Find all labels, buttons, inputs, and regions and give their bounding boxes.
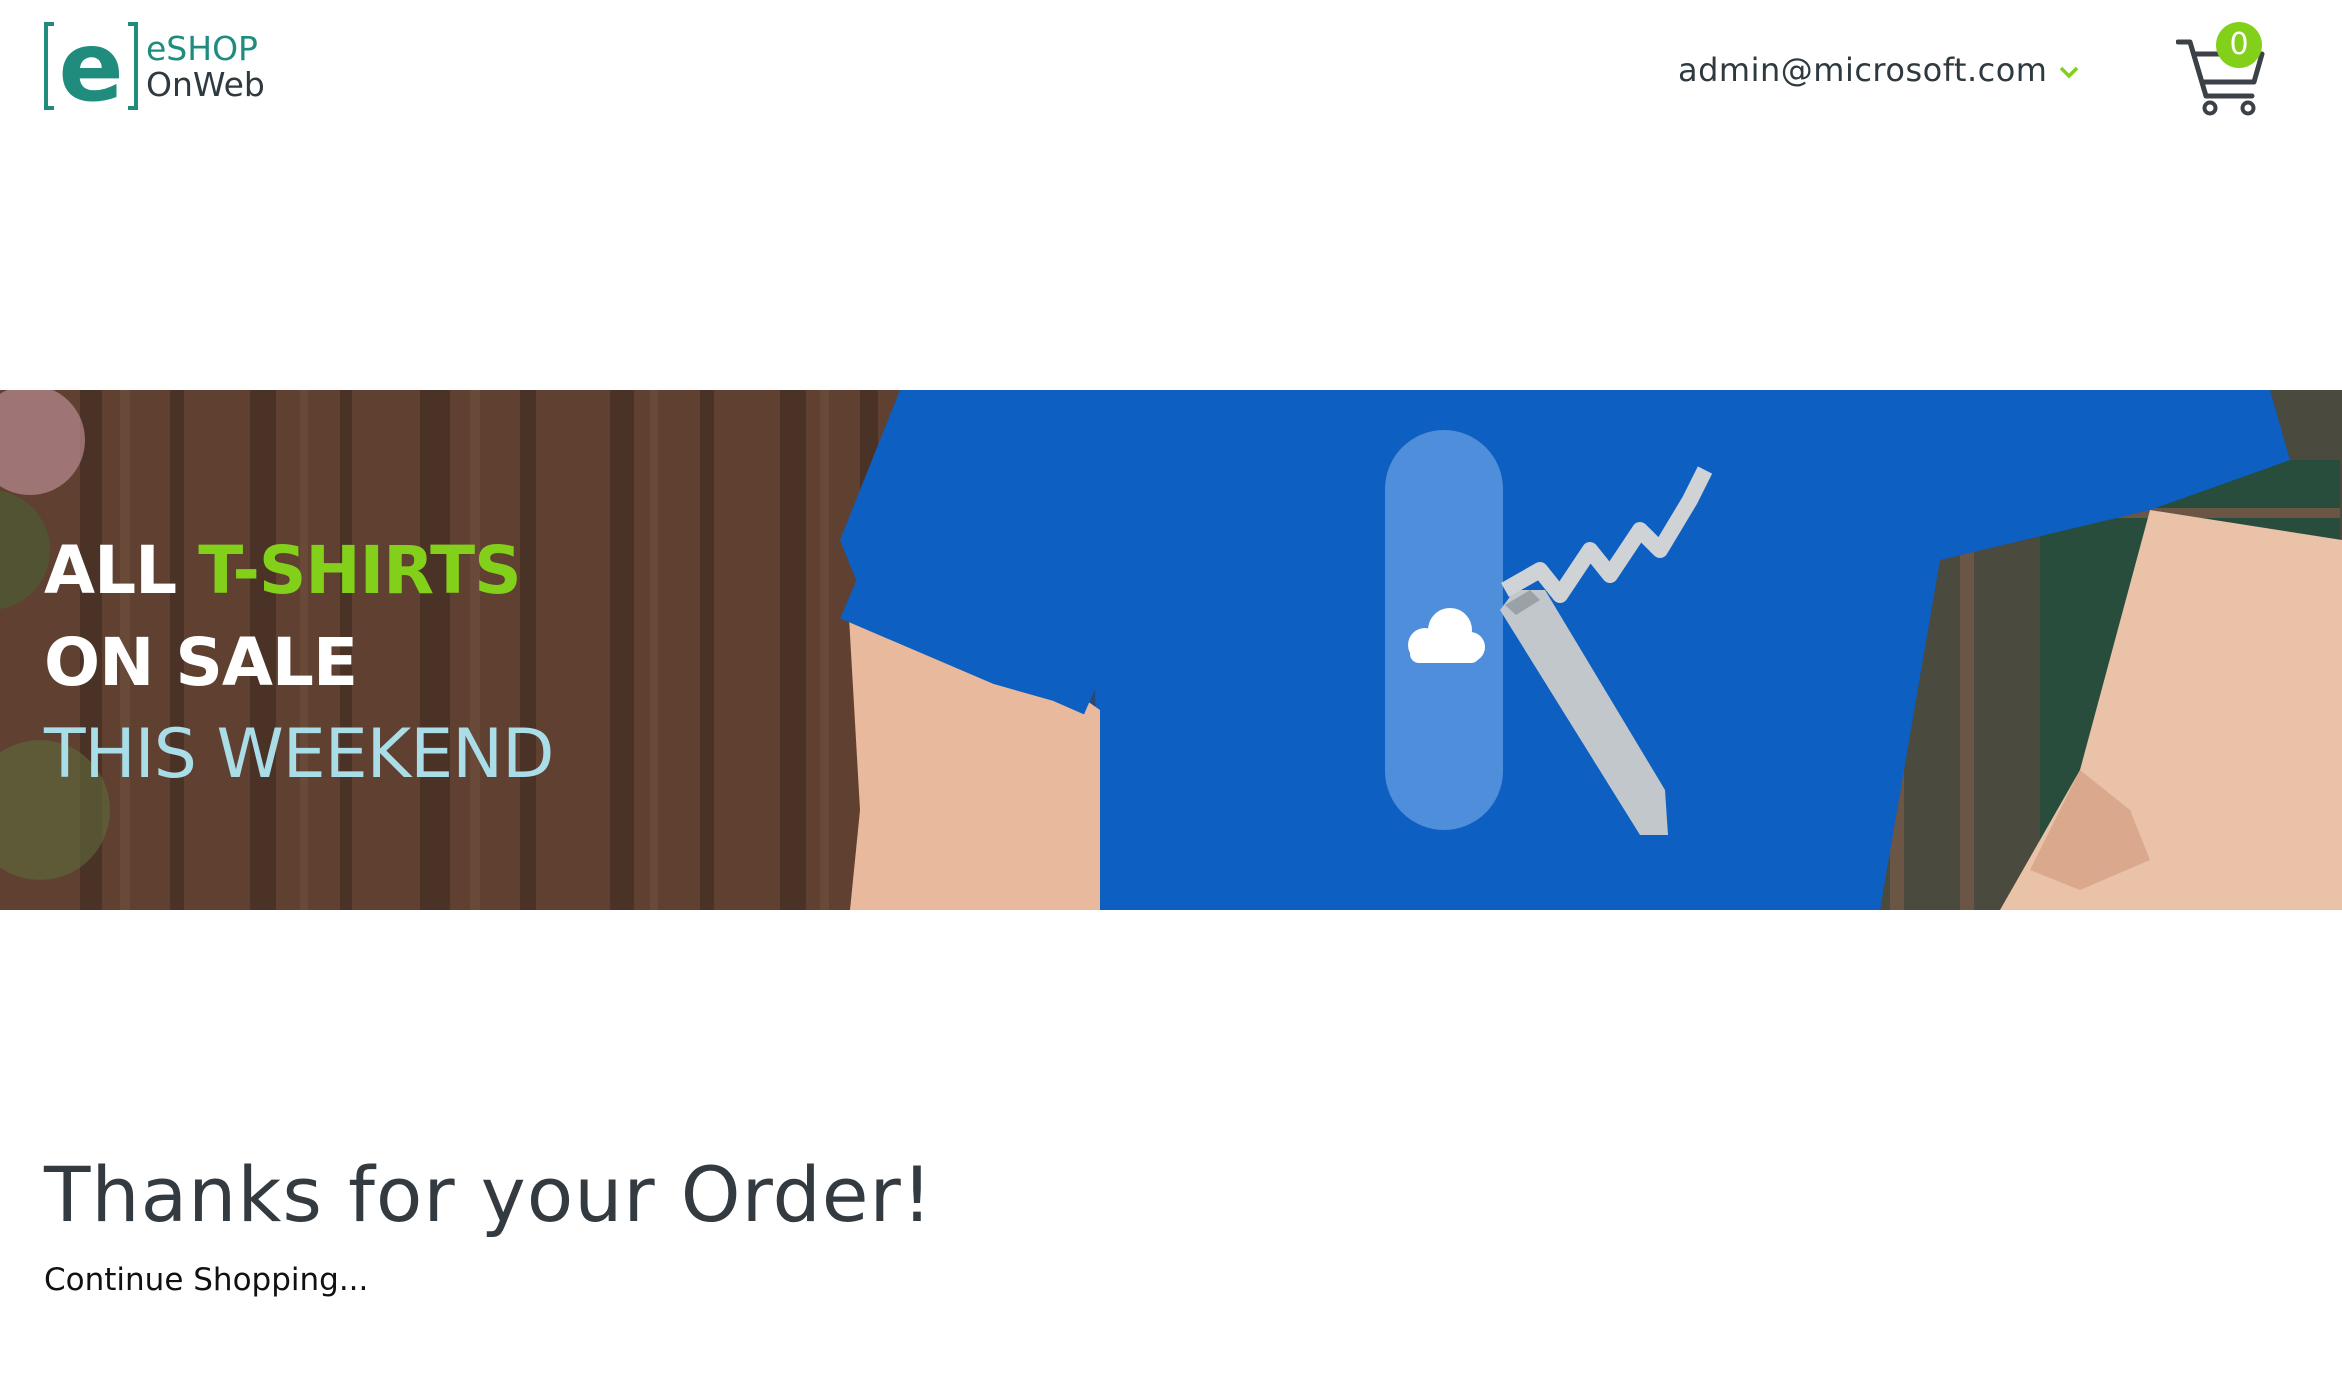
- hero-line-3: THIS WEEKEND: [44, 715, 554, 794]
- eshop-logo-icon: e: [44, 20, 138, 112]
- cart-button[interactable]: 0: [2175, 20, 2268, 116]
- hero-text: ALL T-SHIRTS ON SALE THIS WEEKEND: [44, 525, 554, 801]
- hero-banner: ALL T-SHIRTS ON SALE THIS WEEKEND: [0, 390, 2342, 910]
- hero-line-1-white: ALL: [44, 532, 177, 609]
- logo-letter: e: [58, 20, 123, 112]
- site-header: e eSHOP OnWeb admin@microsoft.com 0: [0, 0, 2342, 390]
- logo-line2: OnWeb: [146, 65, 265, 104]
- user-menu[interactable]: admin@microsoft.com: [1678, 44, 2079, 96]
- eshop-logo[interactable]: e eSHOP OnWeb: [42, 20, 312, 112]
- continue-shopping-link[interactable]: Continue Shopping...: [44, 1262, 368, 1298]
- hero-line-1-green: T-SHIRTS: [198, 532, 521, 609]
- logo-line1: eSHOP: [146, 29, 258, 68]
- chevron-down-icon: [2060, 66, 2079, 79]
- hero-line-1: ALL T-SHIRTS: [44, 525, 553, 617]
- page-title: Thanks for your Order!: [44, 1150, 934, 1239]
- hero-line-2: ON SALE: [44, 624, 358, 701]
- user-email: admin@microsoft.com: [1678, 51, 2048, 89]
- cart-count-badge: 0: [2216, 22, 2262, 68]
